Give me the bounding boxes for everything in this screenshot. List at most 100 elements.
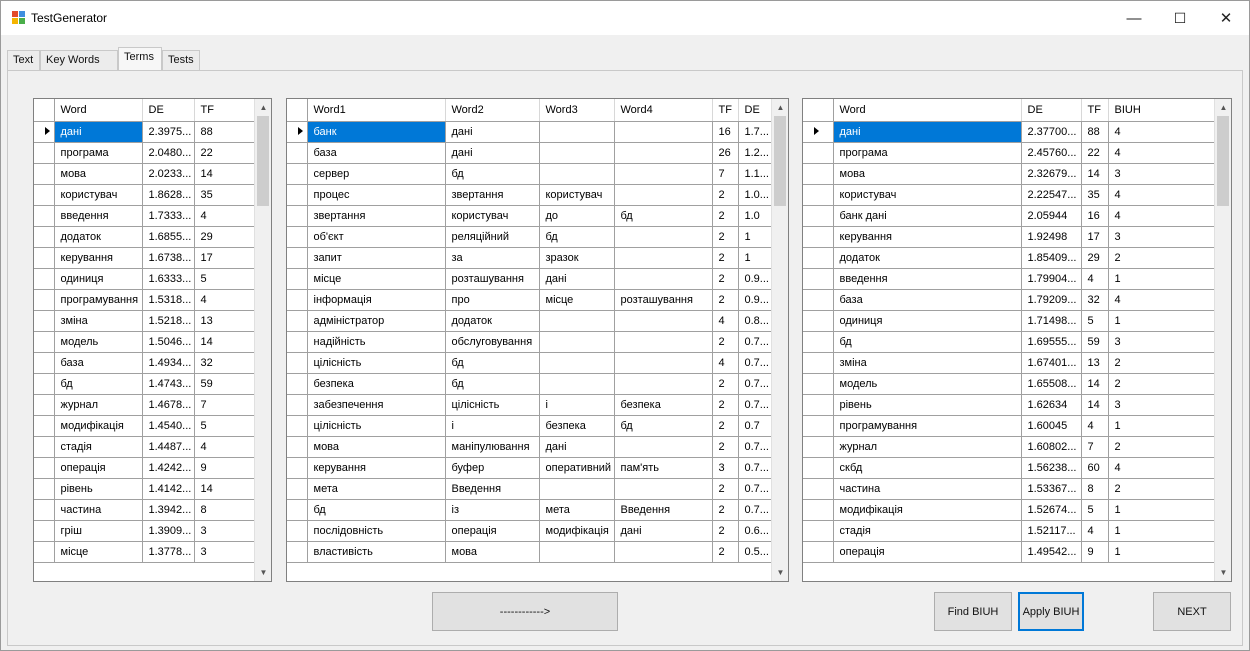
table-row[interactable]: програмування 1.60045 4 1 [803, 415, 1217, 437]
table-cell[interactable]: 2 [712, 289, 739, 311]
row-header[interactable] [34, 520, 55, 542]
table-cell[interactable]: запит [307, 247, 446, 269]
table-cell[interactable]: сервер [307, 163, 446, 185]
table-cell[interactable]: 29 [1081, 247, 1109, 269]
table-cell[interactable]: 0.7... [738, 394, 774, 416]
table-cell[interactable]: і [539, 394, 615, 416]
table-cell[interactable]: журнал [54, 394, 143, 416]
table-cell[interactable]: безпека [614, 394, 713, 416]
table-row[interactable]: бд із мета Введення 2 0.7... [287, 499, 774, 521]
table-cell[interactable]: безпека [539, 415, 615, 437]
table-cell[interactable]: банк дані [833, 205, 1022, 227]
table-cell[interactable]: 0.7... [738, 436, 774, 458]
row-header[interactable] [803, 184, 834, 206]
table-cell[interactable]: мета [539, 499, 615, 521]
table-cell[interactable]: послідовність [307, 520, 446, 542]
table-cell[interactable]: 2.0233... [142, 163, 195, 185]
table-cell[interactable]: бд [445, 352, 540, 374]
row-header[interactable] [287, 415, 308, 437]
table-row[interactable]: додаток 1.85409... 29 2 [803, 247, 1217, 269]
table-row[interactable]: скбд 1.56238... 60 4 [803, 457, 1217, 479]
table-cell[interactable]: 9 [1081, 541, 1109, 563]
table-row[interactable]: введення 1.7333... 4 [34, 205, 257, 227]
table-cell[interactable]: мова [445, 541, 540, 563]
table-cell[interactable]: цілісність [307, 352, 446, 374]
table-cell[interactable]: користувач [54, 184, 143, 206]
table-cell[interactable]: 14 [194, 478, 257, 500]
biuh-grid-scrollbar[interactable]: ▲ ▼ [1214, 99, 1231, 581]
table-cell[interactable] [614, 541, 713, 563]
table-row[interactable]: операція 1.4242... 9 [34, 457, 257, 479]
table-cell[interactable]: 0.5... [738, 541, 774, 563]
table-cell[interactable]: 1.3778... [142, 541, 195, 563]
scroll-down-icon[interactable]: ▼ [772, 564, 788, 581]
table-cell[interactable]: база [54, 352, 143, 374]
table-cell[interactable]: 14 [194, 163, 257, 185]
table-cell[interactable]: 4 [1108, 184, 1217, 206]
table-cell[interactable]: 2 [712, 331, 739, 353]
table-row[interactable]: цілісність і безпека бд 2 0.7 [287, 415, 774, 437]
table-row[interactable]: зміна 1.67401... 13 2 [803, 352, 1217, 374]
tab-terms[interactable]: Terms [118, 47, 162, 70]
table-cell[interactable]: 1 [1108, 520, 1217, 542]
table-cell[interactable]: цілісність [307, 415, 446, 437]
table-cell[interactable] [614, 268, 713, 290]
table-cell[interactable]: 17 [194, 247, 257, 269]
table-cell[interactable]: додаток [833, 247, 1022, 269]
table-cell[interactable]: 1.2... [738, 142, 774, 164]
table-cell[interactable] [539, 163, 615, 185]
table-cell[interactable]: 1.56238... [1021, 457, 1082, 479]
table-row[interactable]: банк дані 2.05944 16 4 [803, 205, 1217, 227]
phrases-grid[interactable]: Word1 Word2 Word3 Word4 TF DE банк дані 16 1.7...… [286, 98, 789, 582]
table-cell[interactable]: мова [54, 163, 143, 185]
table-cell[interactable] [539, 352, 615, 374]
column-header[interactable]: TF [1081, 99, 1109, 122]
table-row[interactable]: мова 2.32679... 14 3 [803, 163, 1217, 185]
table-cell[interactable]: 5 [1081, 310, 1109, 332]
table-row[interactable]: зміна 1.5218... 13 [34, 310, 257, 332]
table-cell[interactable]: 5 [194, 268, 257, 290]
table-cell[interactable]: 22 [194, 142, 257, 164]
table-cell[interactable]: 1.49542... [1021, 541, 1082, 563]
table-cell[interactable]: дані [539, 268, 615, 290]
row-header[interactable] [34, 310, 55, 332]
table-cell[interactable]: 4 [712, 352, 739, 374]
row-header[interactable] [34, 436, 55, 458]
table-row[interactable]: стадія 1.52117... 4 1 [803, 520, 1217, 542]
apply-biuh-button[interactable]: Apply BIUH [1018, 592, 1084, 631]
table-cell[interactable]: 1.65508... [1021, 373, 1082, 395]
table-cell[interactable]: зміна [833, 352, 1022, 374]
table-cell[interactable]: місце [539, 289, 615, 311]
tab-tests[interactable]: Tests [162, 50, 200, 70]
table-cell[interactable] [614, 184, 713, 206]
table-cell[interactable]: 1.79209... [1021, 289, 1082, 311]
table-cell[interactable]: 8 [1081, 478, 1109, 500]
table-cell[interactable]: дані [445, 142, 540, 164]
table-cell[interactable]: програма [54, 142, 143, 164]
table-cell[interactable]: дані [445, 121, 540, 143]
table-cell[interactable] [614, 373, 713, 395]
row-header[interactable] [803, 268, 834, 290]
table-cell[interactable]: 4 [1108, 142, 1217, 164]
table-cell[interactable] [539, 478, 615, 500]
table-row[interactable]: рівень 1.4142... 14 [34, 478, 257, 500]
table-cell[interactable]: операція [54, 457, 143, 479]
row-header[interactable] [34, 373, 55, 395]
row-header[interactable] [287, 163, 308, 185]
table-row[interactable]: програмування 1.5318... 4 [34, 289, 257, 311]
table-row[interactable]: журнал 1.4678... 7 [34, 394, 257, 416]
table-cell[interactable]: мова [833, 163, 1022, 185]
table-cell[interactable]: мова [307, 436, 446, 458]
phrases-grid-scrollbar[interactable]: ▲ ▼ [771, 99, 788, 581]
column-header[interactable]: Word1 [307, 99, 446, 122]
row-header[interactable] [803, 394, 834, 416]
table-row[interactable]: журнал 1.60802... 7 2 [803, 436, 1217, 458]
row-header[interactable] [287, 142, 308, 164]
find-biuh-button[interactable]: Find BIUH [934, 592, 1012, 631]
table-row[interactable]: мова 2.0233... 14 [34, 163, 257, 185]
table-cell[interactable]: 14 [1081, 163, 1109, 185]
table-row[interactable]: база 1.4934... 32 [34, 352, 257, 374]
table-row[interactable]: база 1.79209... 32 4 [803, 289, 1217, 311]
row-header[interactable] [803, 310, 834, 332]
table-cell[interactable]: 1.7333... [142, 205, 195, 227]
